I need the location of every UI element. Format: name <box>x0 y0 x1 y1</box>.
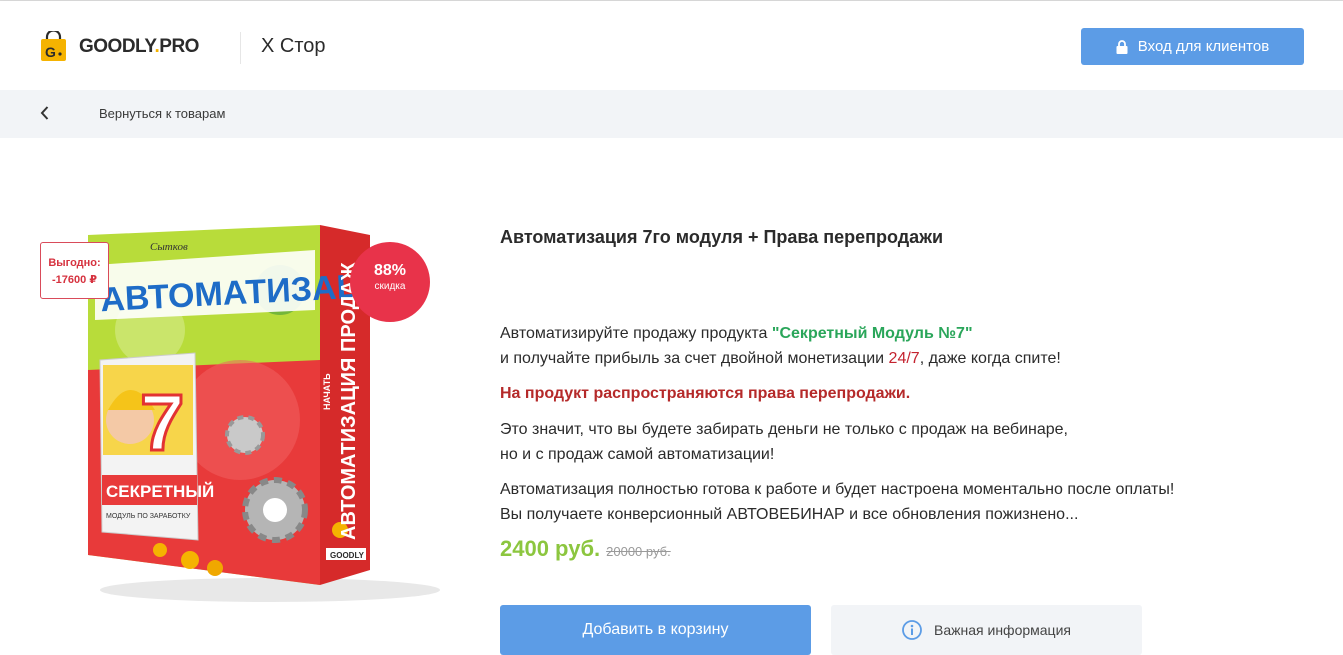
important-info-button[interactable]: Важная информация <box>831 605 1142 655</box>
add-to-cart-button[interactable]: Добавить в корзину <box>500 605 811 655</box>
price-block: 2400 руб. 20000 руб. <box>500 536 671 562</box>
info-icon <box>902 620 922 640</box>
book-number-text: 7 <box>140 378 185 467</box>
header-divider <box>240 32 241 64</box>
client-login-label: Вход для клиентов <box>1137 38 1270 55</box>
resale-rights-notice: На продукт распространяются права перепр… <box>500 385 911 402</box>
important-info-label: Важная информация <box>934 622 1071 638</box>
product-description-2: Это значит, что вы будете забирать деньг… <box>500 421 1068 463</box>
lock-icon <box>1116 39 1128 54</box>
store-name: X Стор <box>261 35 326 57</box>
price-old: 20000 руб. <box>606 544 671 559</box>
logo-bag-icon: G <box>41 31 66 61</box>
product-description-3: Автоматизация полностью готова к работе … <box>500 481 1175 523</box>
client-login-button[interactable]: Вход для клиентов <box>1081 28 1304 65</box>
logo-text: GOODLY.PRO <box>79 35 199 57</box>
svg-text:G: G <box>45 44 56 60</box>
benefit-badge-label: Выгодно: <box>48 257 101 269</box>
chevron-left-icon[interactable] <box>40 106 49 125</box>
benefit-badge-value: -17600 ₽ <box>52 274 97 286</box>
product-description-1: Автоматизируйте продажу продукта "Секрет… <box>500 325 1061 367</box>
site-header: G GOODLY.PRO X Стор Вход для клиентов <box>0 1 1343 90</box>
discount-label: скидка <box>374 281 406 292</box>
book-sub-text: МОДУЛЬ ПО ЗАРАБОТКУ <box>106 513 191 520</box>
product-title: Автоматизация 7го модуля + Права перепро… <box>500 227 944 247</box>
book-title-text: СЕКРЕТНЫЙ <box>106 482 214 501</box>
box-author-text: Сытков <box>150 241 188 253</box>
benefit-badge: Выгодно: -17600 ₽ <box>40 242 109 299</box>
product-name-highlight: "Секретный Модуль №7" <box>771 325 973 342</box>
price-current: 2400 руб. <box>500 536 601 561</box>
box-brand-text: GOODLY <box>330 551 365 560</box>
box-side-small-text: НАЧАТЬ <box>322 373 332 410</box>
back-to-products-link[interactable]: Вернуться к товарам <box>99 106 225 121</box>
monetization-highlight: 24/7 <box>888 350 920 367</box>
discount-percent: 88% <box>373 262 407 279</box>
logo[interactable]: G GOODLY.PRO <box>40 31 199 62</box>
discount-badge: 88% скидка <box>350 242 430 322</box>
breadcrumb-bar: Вернуться к товарам <box>0 90 1343 138</box>
